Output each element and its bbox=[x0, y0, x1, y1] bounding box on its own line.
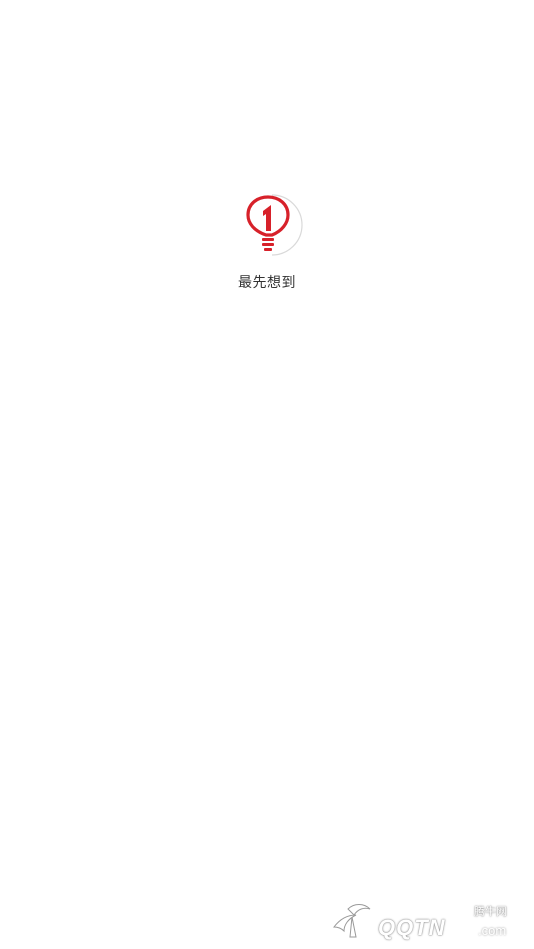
app-logo-icon bbox=[242, 193, 304, 263]
watermark-brand: QQTN bbox=[378, 915, 446, 940]
app-name: 最先想到 bbox=[238, 275, 296, 291]
watermark-domain: .com bbox=[478, 923, 507, 938]
splash-screen: 最先想到 腾牛网 QQTN .com bbox=[0, 0, 534, 949]
watermark-cn-label: 腾牛网 bbox=[474, 905, 507, 918]
site-watermark: 腾牛网 QQTN .com bbox=[326, 893, 530, 945]
bird-logo-icon bbox=[332, 904, 371, 938]
